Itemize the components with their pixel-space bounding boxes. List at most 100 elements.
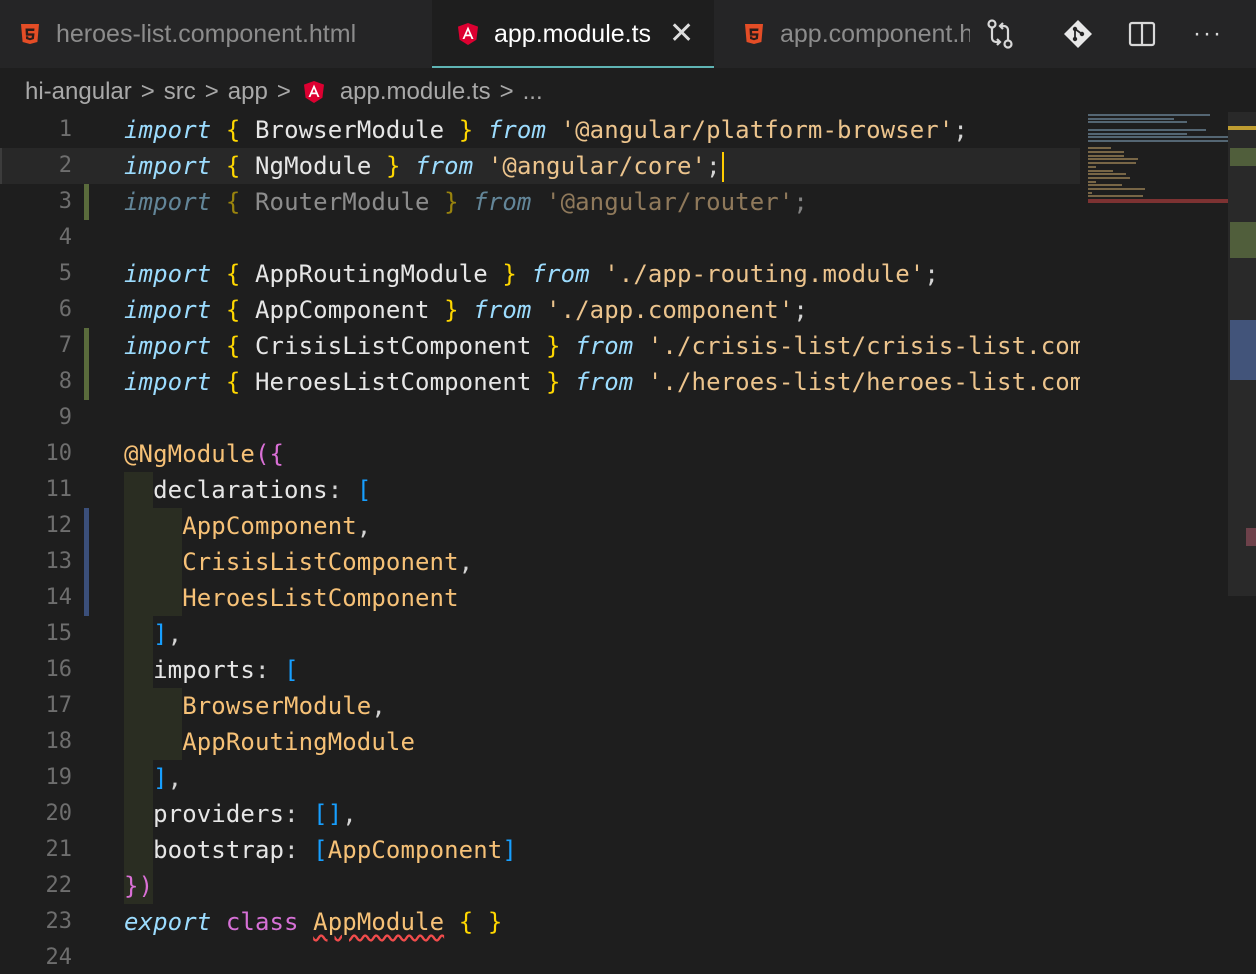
code-line[interactable]: 24 (0, 940, 1080, 974)
code-line[interactable]: 9 (0, 400, 1080, 436)
code-line[interactable]: 16 imports: [ (0, 652, 1080, 688)
code-text: @NgModule({ (124, 440, 285, 468)
code-line[interactable]: 11 declarations: [ (0, 472, 1080, 508)
breadcrumb-item[interactable]: app (228, 78, 268, 106)
code-line[interactable]: 23 export class AppModule { } (0, 904, 1080, 940)
line-number: 17 (45, 693, 73, 718)
compare-changes-icon[interactable] (984, 16, 1016, 52)
angular-icon (303, 81, 324, 103)
line-number: 24 (45, 945, 73, 970)
breadcrumb-item[interactable]: src (164, 78, 196, 106)
code-line[interactable]: 21 bootstrap: [AppComponent] (0, 832, 1080, 868)
gutter-change-marker[interactable] (84, 364, 89, 400)
code-text: export class AppModule { } (124, 908, 503, 936)
angular-icon (458, 23, 478, 45)
minimap-line (1088, 162, 1137, 165)
code-line[interactable]: 4 (0, 220, 1080, 256)
tab-app-component-html[interactable]: app.component.h (714, 0, 974, 68)
overview-ruler[interactable] (1228, 112, 1256, 974)
code-text: import { AppRoutingModule } from './app-… (124, 260, 939, 288)
gutter-change-marker[interactable] (84, 580, 89, 616)
line-number: 16 (45, 657, 73, 682)
code-line[interactable]: 18 AppRoutingModule (0, 724, 1080, 760)
minimap-line (1088, 151, 1124, 153)
breadcrumb-item[interactable]: app.module.ts (340, 78, 491, 106)
tab-app-module-ts[interactable]: app.module.ts ✕ (432, 0, 714, 68)
minimap-line (1088, 169, 1114, 172)
minimap-line (1088, 114, 1210, 116)
minimap-line (1088, 139, 1228, 142)
html5-icon (745, 24, 763, 44)
code-line[interactable]: 7 import { CrisisListComponent } from './… (0, 328, 1080, 364)
git-icon[interactable] (1062, 16, 1094, 52)
minimap-line (1088, 136, 1228, 139)
scrollbar-slider[interactable] (1228, 112, 1256, 596)
minimap-line (1088, 184, 1122, 187)
minimap-line (1088, 121, 1187, 124)
code-text: ], (153, 620, 183, 648)
close-icon[interactable]: ✕ (669, 19, 694, 49)
code-line[interactable]: 12 AppComponent, (0, 508, 1080, 544)
code-text: import { HeroesListComponent } from './h… (124, 368, 1080, 396)
code-text: HeroesListComponent (182, 584, 459, 612)
breadcrumb-separator: > (499, 78, 514, 105)
line-number: 13 (45, 549, 73, 574)
tab-label: app.module.ts (494, 19, 652, 48)
gutter-change-marker[interactable] (84, 184, 89, 220)
minimap-line (1088, 173, 1126, 176)
line-number: 1 (58, 117, 72, 142)
code-text: ], (153, 764, 183, 792)
code-line[interactable]: 14 HeroesListComponent (0, 580, 1080, 616)
breadcrumb-separator: > (140, 78, 155, 105)
html5-icon (21, 24, 39, 44)
line-number: 4 (58, 225, 72, 250)
minimap[interactable] (1080, 112, 1228, 974)
breadcrumb-item[interactable]: ... (523, 78, 543, 106)
code-editor[interactable]: 1 import { BrowserModule } from '@angular… (0, 112, 1080, 974)
code-text: BrowserModule, (182, 692, 386, 720)
line-number: 11 (45, 477, 73, 502)
code-line[interactable]: 15 ], (0, 616, 1080, 652)
code-line[interactable]: 22}) (0, 868, 1080, 904)
line-number: 5 (58, 261, 72, 286)
line-number: 2 (58, 153, 72, 178)
line-number: 18 (45, 729, 73, 754)
tab-label: app.component.h (780, 19, 974, 48)
minimap-line (1088, 188, 1145, 190)
breadcrumb-item[interactable]: hi-angular (25, 78, 132, 106)
code-line[interactable]: 1 import { BrowserModule } from '@angular… (0, 112, 1080, 148)
code-text: import { NgModule } from '@angular/core'… (124, 148, 724, 184)
gutter-change-marker[interactable] (84, 544, 89, 580)
gutter-change-marker[interactable] (84, 328, 89, 364)
minimap-line (1088, 154, 1124, 157)
minimap-line (1088, 117, 1175, 120)
code-line[interactable]: 13 CrisisListComponent, (0, 544, 1080, 580)
code-line[interactable]: 10 @NgModule({ (0, 436, 1080, 472)
minimap-line (1088, 132, 1187, 135)
minimap-line (1088, 128, 1206, 131)
line-number: 19 (45, 765, 73, 790)
code-line[interactable]: 8 import { HeroesListComponent } from './… (0, 364, 1080, 400)
code-line[interactable]: 3 import { RouterModule } from '@angular/… (0, 184, 1080, 220)
minimap-error-highlight (1088, 199, 1228, 203)
tab-heroes-list-component-html[interactable]: heroes-list.component.html (0, 0, 432, 68)
line-number: 6 (58, 297, 72, 322)
more-actions-icon[interactable]: ··· (1192, 16, 1224, 52)
code-text: declarations: [ (153, 476, 372, 504)
code-line[interactable]: 6 import { AppComponent } from './app.com… (0, 292, 1080, 328)
split-editor-icon[interactable] (1126, 16, 1158, 52)
code-line[interactable]: 20 providers: [], (0, 796, 1080, 832)
code-line[interactable]: 17 BrowserModule, (0, 688, 1080, 724)
code-line[interactable]: 2 import { NgModule } from '@angular/core… (0, 148, 1080, 184)
gutter-change-marker[interactable] (84, 508, 89, 544)
line-number: 10 (45, 441, 73, 466)
line-number: 15 (45, 621, 73, 646)
code-text: import { BrowserModule } from '@angular/… (124, 116, 968, 144)
line-number: 12 (45, 513, 73, 538)
code-text: CrisisListComponent, (182, 548, 474, 576)
minimap-line (1088, 195, 1143, 198)
code-text: providers: [], (153, 800, 357, 828)
code-line[interactable]: 19 ], (0, 760, 1080, 796)
more-actions-glyph: ··· (1193, 20, 1223, 47)
code-line[interactable]: 5 import { AppRoutingModule } from './app… (0, 256, 1080, 292)
